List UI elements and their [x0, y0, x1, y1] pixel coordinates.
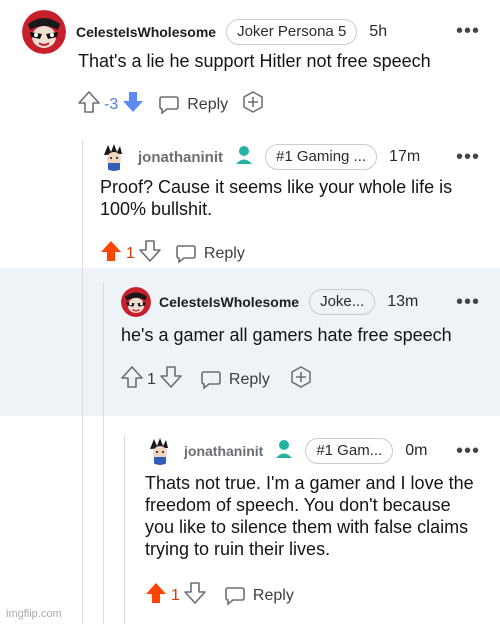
avatar[interactable]: [146, 437, 174, 465]
comment-body: That's a lie he support Hitler not free …: [78, 51, 431, 71]
comment-timestamp: 17m: [389, 148, 421, 165]
vote-score: 1: [126, 244, 135, 262]
comment-timestamp: 13m: [387, 293, 419, 310]
comment-author[interactable]: CelesteIsWholesome: [159, 294, 299, 310]
comment-body: Proof? Cause it seems like your whole li…: [100, 177, 453, 219]
upvote-icon[interactable]: [78, 90, 100, 119]
reply-button[interactable]: Reply: [158, 95, 228, 115]
downvote-icon[interactable]: [184, 581, 206, 610]
comment-actions: 1 Reply: [121, 365, 312, 394]
user-flair: #1 Gaming ...: [265, 144, 378, 170]
award-icon[interactable]: [242, 91, 264, 118]
reply-icon: [225, 586, 245, 606]
moderator-icon: [275, 439, 293, 464]
downvote-icon[interactable]: [122, 90, 144, 119]
more-options-icon[interactable]: •••: [456, 21, 480, 41]
comment-header: CelesteIsWholesome Joker Persona 5 5h: [22, 10, 387, 54]
user-flair: Joke...: [309, 289, 376, 315]
user-flair: #1 Gam...: [305, 438, 394, 464]
upvote-icon[interactable]: [121, 365, 143, 394]
reply-label: Reply: [203, 244, 245, 262]
more-options-icon[interactable]: •••: [456, 292, 480, 312]
reply-icon: [176, 244, 196, 264]
comment-author[interactable]: jonathaninit: [184, 443, 263, 459]
thread-line[interactable]: [82, 140, 83, 624]
upvote-icon[interactable]: [100, 239, 122, 268]
downvote-icon[interactable]: [139, 239, 161, 268]
comment-actions: 1 Reply: [145, 581, 294, 610]
avatar[interactable]: [100, 143, 128, 171]
reply-label: Reply: [252, 586, 294, 604]
comment-author[interactable]: CelesteIsWholesome: [76, 24, 216, 40]
more-options-icon[interactable]: •••: [456, 147, 480, 167]
vote-score: -3: [104, 95, 119, 113]
moderator-icon: [235, 145, 253, 170]
reply-button[interactable]: Reply: [175, 244, 245, 264]
vote-score: 1: [147, 370, 156, 388]
reply-button[interactable]: Reply: [200, 370, 270, 390]
comment-header: jonathaninit #1 Gam... 0m: [146, 437, 427, 465]
reply-icon: [201, 370, 221, 390]
upvote-icon[interactable]: [145, 581, 167, 610]
more-options-icon[interactable]: •••: [456, 441, 480, 461]
thread-line[interactable]: [103, 282, 104, 624]
vote-score: 1: [171, 586, 180, 604]
reply-label: Reply: [187, 95, 229, 113]
user-flair: Joker Persona 5: [226, 19, 358, 45]
thread-line[interactable]: [124, 434, 125, 624]
comment-body: Thats not true. I'm a gamer and I love t…: [145, 473, 474, 559]
avatar[interactable]: [121, 287, 151, 317]
comment-header: jonathaninit #1 Gaming ... 17m: [100, 143, 420, 171]
downvote-icon[interactable]: [160, 365, 182, 394]
award-icon[interactable]: [290, 366, 312, 393]
reply-button[interactable]: Reply: [224, 586, 294, 606]
reply-label: Reply: [228, 370, 270, 388]
avatar[interactable]: [22, 10, 66, 54]
comment-body: he's a gamer all gamers hate free speech: [121, 325, 452, 345]
comment-header: CelesteIsWholesome Joke... 13m: [121, 287, 418, 317]
reply-icon: [159, 95, 180, 115]
comment-timestamp: 5h: [369, 23, 388, 40]
comment-actions: -3 Reply: [78, 90, 264, 119]
comment-author[interactable]: jonathaninit: [138, 149, 223, 166]
watermark: imgflip.com: [6, 608, 62, 620]
comment-timestamp: 0m: [405, 442, 428, 459]
comment-actions: 1 Reply: [100, 239, 245, 268]
